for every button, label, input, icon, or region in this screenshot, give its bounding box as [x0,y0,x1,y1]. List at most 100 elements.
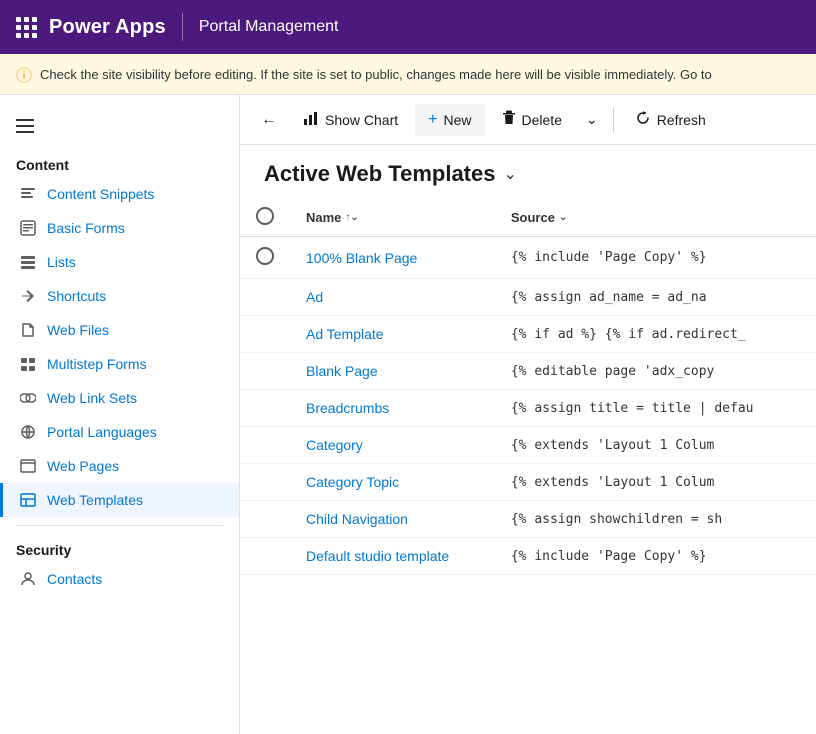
row-select-cell[interactable] [240,237,290,279]
new-label: New [444,112,472,128]
row-select-cell[interactable] [240,501,290,538]
row-source-cell: {% if ad %} {% if ad.redirect_ [495,316,816,353]
link-icon [19,389,37,407]
row-name-cell[interactable]: Category [290,427,495,464]
sidebar-label: Web Pages [47,458,119,474]
main-layout: Content Content Snippets Basic Forms Lis… [0,95,816,734]
source-sort[interactable]: Source ⌄ [511,210,567,225]
sidebar-item-portal-languages[interactable]: Portal Languages [0,415,239,449]
row-source-cell: {% extends 'Layout 1 Colum [495,464,816,501]
table-row: Child Navigation {% assign showchildren … [240,501,816,538]
new-button[interactable]: + New [415,104,484,136]
table-row: Blank Page {% editable page 'adx_copy [240,353,816,390]
sidebar-label: Basic Forms [47,220,125,236]
source-sort-icon: ⌄ [559,212,567,223]
sidebar-item-shortcuts[interactable]: Shortcuts [0,279,239,313]
sidebar-item-web-pages[interactable]: Web Pages [0,449,239,483]
row-select-cell[interactable] [240,538,290,575]
sidebar-label: Web Templates [47,492,143,508]
row-source-cell: {% assign showchildren = sh [495,501,816,538]
sidebar-label: Content Snippets [47,186,154,202]
sidebar-item-content-snippets[interactable]: Content Snippets [0,177,239,211]
table-row: Ad Template {% if ad %} {% if ad.redirec… [240,316,816,353]
plus-icon: + [428,111,437,129]
template-icon [19,491,37,509]
top-bar: Power Apps Portal Management [0,0,816,54]
webpage-icon [19,457,37,475]
sidebar-label: Shortcuts [47,288,106,304]
row-name-cell[interactable]: Child Navigation [290,501,495,538]
hamburger-menu[interactable] [0,103,239,149]
name-sort[interactable]: Name ↑⌄ [306,210,359,225]
table-row: Category {% extends 'Layout 1 Colum [240,427,816,464]
row-source-cell: {% include 'Page Copy' %} [495,538,816,575]
table-area: Active Web Templates ⌄ Name ↑⌄ [240,145,816,734]
row-radio[interactable] [256,247,274,265]
table-row: Ad {% assign ad_name = ad_na [240,279,816,316]
sidebar-item-basic-forms[interactable]: Basic Forms [0,211,239,245]
sidebar-label: Lists [47,254,76,270]
sort-icon: ↑⌄ [345,212,358,223]
contact-icon [19,570,37,588]
row-name-cell[interactable]: Ad [290,279,495,316]
page-title: Active Web Templates [264,161,495,187]
table-row: Default studio template {% include 'Page… [240,538,816,575]
chart-icon [303,110,319,129]
list-icon [19,253,37,271]
data-table: Name ↑⌄ Source ⌄ [240,199,816,575]
select-all-radio[interactable] [256,207,274,225]
content-section-title: Content [0,149,239,177]
sidebar-item-web-link-sets[interactable]: Web Link Sets [0,381,239,415]
sidebar-item-lists[interactable]: Lists [0,245,239,279]
sidebar-label: Web Link Sets [47,390,137,406]
app-name: Power Apps [49,16,166,39]
row-source-cell: {% editable page 'adx_copy [495,353,816,390]
name-column-header[interactable]: Name ↑⌄ [290,199,495,237]
row-name-cell[interactable]: 100% Blank Page [290,237,495,279]
sidebar-label: Portal Languages [47,424,157,440]
row-select-cell[interactable] [240,279,290,316]
page-title-chevron-icon[interactable]: ⌄ [503,164,516,184]
show-chart-button[interactable]: Show Chart [290,103,411,136]
row-select-cell[interactable] [240,427,290,464]
source-header-label: Source [511,210,555,225]
row-select-cell[interactable] [240,353,290,390]
table-row: 100% Blank Page {% include 'Page Copy' %… [240,237,816,279]
row-name-cell[interactable]: Category Topic [290,464,495,501]
select-all-header[interactable] [240,199,290,237]
sidebar-item-web-templates[interactable]: Web Templates [0,483,239,517]
source-column-header[interactable]: Source ⌄ [495,199,816,237]
sidebar-label: Contacts [47,571,102,587]
refresh-icon [635,110,651,129]
content-area: ← Show Chart + New Delete ⌄ [240,95,816,734]
waffle-icon[interactable] [16,17,37,38]
refresh-button[interactable]: Refresh [622,103,719,136]
sidebar: Content Content Snippets Basic Forms Lis… [0,95,240,734]
sidebar-divider [16,525,223,526]
shortcut-icon [19,287,37,305]
delete-icon [502,110,516,129]
row-name-cell[interactable]: Breadcrumbs [290,390,495,427]
toolbar-divider [613,108,614,132]
row-source-cell: {% assign ad_name = ad_na [495,279,816,316]
file-icon [19,321,37,339]
sidebar-label: Multistep Forms [47,356,147,372]
row-select-cell[interactable] [240,390,290,427]
back-button[interactable]: ← [252,104,286,136]
dropdown-button[interactable]: ⌄ [579,104,605,135]
page-name: Portal Management [199,18,339,36]
row-name-cell[interactable]: Default studio template [290,538,495,575]
delete-button[interactable]: Delete [489,103,575,136]
chevron-down-icon: ⌄ [586,111,598,128]
sidebar-item-web-files[interactable]: Web Files [0,313,239,347]
row-select-cell[interactable] [240,316,290,353]
sidebar-label: Web Files [47,322,109,338]
name-header-label: Name [306,210,341,225]
row-name-cell[interactable]: Blank Page [290,353,495,390]
row-name-cell[interactable]: Ad Template [290,316,495,353]
sidebar-item-multistep-forms[interactable]: Multistep Forms [0,347,239,381]
snippet-icon [19,185,37,203]
sidebar-item-contacts[interactable]: Contacts [0,562,239,596]
info-bar: ⓘ Check the site visibility before editi… [0,54,816,95]
row-select-cell[interactable] [240,464,290,501]
